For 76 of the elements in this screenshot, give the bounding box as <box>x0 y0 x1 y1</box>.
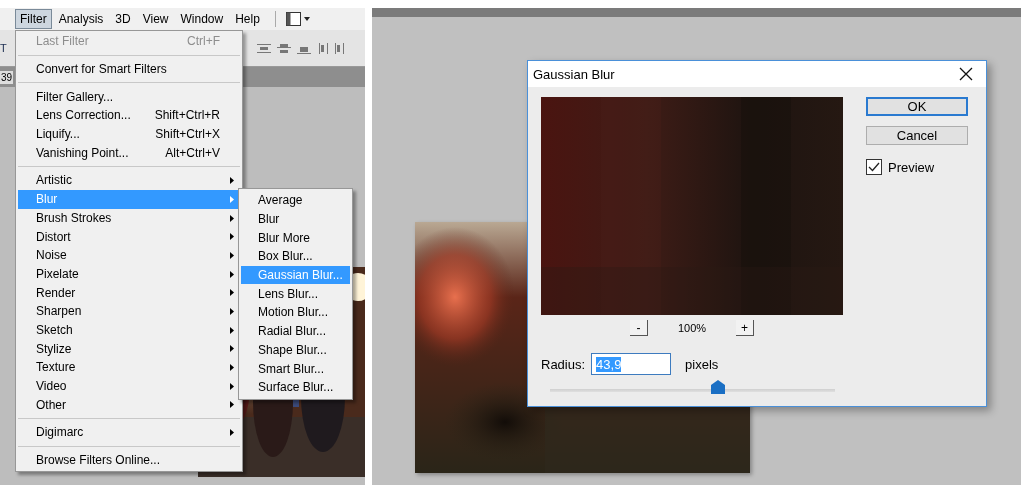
menu-item[interactable]: Distort <box>18 227 238 246</box>
shortcut-text: Ctrl+F <box>187 34 220 49</box>
shortcut-text: Shift+Ctrl+X <box>155 127 220 142</box>
menu-item-label: Filter Gallery... <box>36 89 114 104</box>
submenu-item[interactable]: Shape Blur... <box>241 340 350 360</box>
menu-bar-item[interactable]: 3D <box>110 9 136 29</box>
menu-item[interactable]: Digimarc <box>18 423 238 442</box>
slider-thumb[interactable] <box>711 380 726 394</box>
menu-item[interactable]: Brush Strokes <box>18 208 238 228</box>
menu-item-label: Vanishing Point... <box>36 145 129 160</box>
submenu-item[interactable]: Radial Blur... <box>241 321 350 341</box>
menu-item[interactable]: Texture <box>18 358 238 377</box>
menu-item-label: Distort <box>36 229 71 244</box>
menu-item-label: Sketch <box>36 322 73 337</box>
menu-item-label: Brush Strokes <box>36 210 112 225</box>
menu-item[interactable]: Stylize <box>18 339 238 358</box>
shortcut-text: Shift+Ctrl+R <box>154 108 220 123</box>
menu-item[interactable]: Sketch <box>18 320 238 340</box>
toolbar-text: T <box>0 42 7 54</box>
close-button[interactable] <box>958 66 974 82</box>
menu-item[interactable]: Filter Gallery... <box>18 87 238 107</box>
ruler-number: 39 <box>0 70 14 84</box>
submenu-item[interactable]: Smart Blur... <box>241 359 350 378</box>
menu-item-label: Blur <box>36 192 58 207</box>
menu-item-label: Artistic <box>36 173 72 188</box>
zoom-in-button[interactable]: + <box>736 320 755 336</box>
dialog-title: Gaussian Blur <box>533 66 615 82</box>
menu-item-label: Pixelate <box>36 266 79 281</box>
menu-item-label: Other <box>36 397 66 412</box>
menu-item[interactable]: Vanishing Point... Alt+Ctrl+V <box>18 143 238 163</box>
menu-bar-item[interactable]: Window <box>175 9 229 29</box>
menu-item-label: Stylize <box>36 341 72 356</box>
menu-item[interactable]: Sharpen <box>18 301 238 321</box>
menu-item[interactable]: Video <box>18 376 238 396</box>
dialog-button[interactable]: Cancel <box>866 126 968 145</box>
submenu-item[interactable]: Lens Blur... <box>241 284 350 304</box>
menu-item[interactable]: Liquify... Shift+Ctrl+X <box>18 124 238 144</box>
submenu-item[interactable]: Surface Blur... <box>241 377 350 397</box>
dialog-button[interactable]: OK <box>866 97 968 116</box>
menu-item-label: Noise <box>36 248 67 263</box>
menu-item[interactable]: Artistic <box>18 171 238 190</box>
menu-item-label: Texture <box>36 360 76 375</box>
submenu-item[interactable]: Motion Blur... <box>241 303 350 322</box>
menu-item-label: Video <box>36 379 67 394</box>
submenu-item[interactable]: Average <box>241 191 350 210</box>
preview-checkbox[interactable] <box>866 159 882 175</box>
submenu-item[interactable]: Box Blur... <box>241 247 350 266</box>
menu-bar-item[interactable]: View <box>137 9 174 29</box>
shortcut-text: Alt+Ctrl+V <box>165 145 220 160</box>
submenu-item[interactable]: Blur <box>241 209 350 229</box>
menu-item[interactable]: Pixelate <box>18 264 238 284</box>
menu-item-label: Render <box>36 285 76 300</box>
menu-item-label: Digimarc <box>36 425 84 440</box>
menu-item-label: Browse Filters Online... <box>36 453 161 468</box>
menu-item-label: Liquify... <box>36 127 80 142</box>
menu-item-label: Last Filter <box>36 34 89 49</box>
unit-label: pixels <box>685 356 719 372</box>
menu-bar-item[interactable]: Analysis <box>53 9 109 29</box>
menu-bar-item[interactable]: Filter <box>15 9 52 29</box>
screen-mode-icon[interactable] <box>285 12 310 26</box>
menu-item-label: Convert for Smart Filters <box>36 62 167 77</box>
menu-item[interactable]: Other <box>18 395 238 415</box>
menu-item[interactable]: Browse Filters Online... <box>18 450 238 470</box>
submenu-item[interactable]: Blur More <box>241 228 350 248</box>
menu-item[interactable]: Convert for Smart Filters <box>18 59 238 79</box>
zoom-out-button[interactable]: - <box>629 320 648 336</box>
menu-item[interactable]: Lens Correction... Shift+Ctrl+R <box>18 106 238 125</box>
menu-bar-item[interactable]: Help <box>230 9 265 29</box>
align-buttons-drawing[interactable] <box>256 41 347 55</box>
zoom-level: 100% <box>677 322 707 334</box>
menu-item-label: Sharpen <box>36 304 82 319</box>
radius-label: Radius: <box>541 356 586 372</box>
menu-item[interactable]: Render <box>18 283 238 302</box>
menu-item[interactable]: Noise <box>18 245 238 265</box>
menu-item-label: Lens Correction... <box>36 108 131 123</box>
preview-label: Preview <box>888 159 935 175</box>
